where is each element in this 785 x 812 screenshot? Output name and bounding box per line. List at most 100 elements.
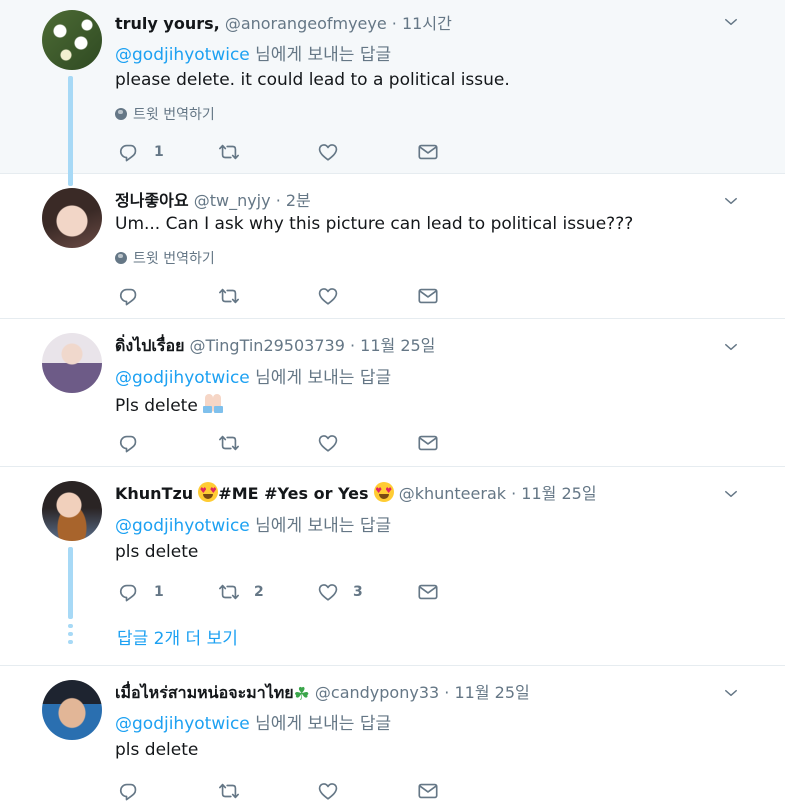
reply-icon <box>118 141 140 163</box>
tweet-actions: 1 2 3 <box>118 580 458 604</box>
chevron-down-icon[interactable] <box>724 487 738 501</box>
reply-count: 1 <box>154 584 164 600</box>
reply-button[interactable] <box>118 431 140 455</box>
retweet-button[interactable] <box>218 431 240 455</box>
reply-to-line: @godjihyotwice 님에게 보내는 답글 <box>115 363 391 388</box>
separator-dot: · <box>391 14 397 33</box>
heart-icon <box>317 285 339 307</box>
tweet-item[interactable]: เมื่อไหร่สามหน่อจะมาไทย☘ @candypony33 · … <box>0 666 785 812</box>
mention-link[interactable]: @godjihyotwice <box>115 45 250 65</box>
tweet-text-content: Pls delete <box>115 396 198 416</box>
like-button[interactable] <box>317 431 339 455</box>
reply-button[interactable] <box>118 284 140 308</box>
reply-icon <box>118 432 140 454</box>
tweet-text: pls delete <box>115 740 199 760</box>
heart-icon <box>317 581 339 603</box>
user-name-suffix[interactable]: #ME #Yes or Yes <box>218 484 368 503</box>
retweet-icon <box>218 141 240 163</box>
reply-to-line: @godjihyotwice 님에게 보내는 답글 <box>115 40 391 65</box>
reply-button[interactable]: 1 <box>118 580 164 604</box>
retweet-button[interactable] <box>218 140 240 164</box>
avatar[interactable] <box>42 10 102 70</box>
user-name[interactable]: truly yours, <box>115 14 220 33</box>
tweet-actions <box>118 779 458 803</box>
like-button[interactable] <box>317 284 339 308</box>
envelope-icon <box>417 141 439 163</box>
translate-label: 트윗 번역하기 <box>133 251 215 267</box>
timestamp[interactable]: 2분 <box>286 191 311 210</box>
mention-link[interactable]: @godjihyotwice <box>115 516 250 536</box>
tweet-item[interactable]: truly yours, @anorangeofmyeye · 11시간 @go… <box>0 0 785 186</box>
user-name[interactable]: KhunTzu <box>115 484 193 503</box>
user-name[interactable]: ดิ่งไปเรื่อย <box>115 336 184 355</box>
retweet-icon <box>218 581 240 603</box>
chevron-down-icon[interactable] <box>724 194 738 208</box>
show-more-replies-link[interactable]: 답글 2개 더 보기 <box>117 624 238 649</box>
envelope-icon <box>417 285 439 307</box>
tweet-header: เมื่อไหร่สามหน่อจะมาไทย☘ @candypony33 · … <box>115 679 530 706</box>
tweet-item[interactable]: 정나좋아요 @tw_nyjy · 2분 Um... Can I ask why … <box>0 174 785 319</box>
chevron-down-icon[interactable] <box>724 15 738 29</box>
timestamp[interactable]: 11월 25일 <box>360 336 435 355</box>
avatar[interactable] <box>42 188 102 248</box>
heart-eyes-emoji <box>373 482 394 502</box>
translate-tweet-link[interactable]: 트윗 번역하기 <box>115 104 215 124</box>
reply-to-line: @godjihyotwice 님에게 보내는 답글 <box>115 709 391 734</box>
tweet-item[interactable]: KhunTzu #ME #Yes or Yes @khunteerak · 11… <box>0 467 785 666</box>
tweet-header: ดิ่งไปเรื่อย @TingTin29503739 · 11월 25일 <box>115 332 435 359</box>
tweet-header: 정나좋아요 @tw_nyjy · 2분 <box>115 187 311 211</box>
retweet-icon <box>218 285 240 307</box>
avatar[interactable] <box>42 481 102 541</box>
heart-icon <box>317 780 339 802</box>
retweet-count: 2 <box>254 584 264 600</box>
envelope-icon <box>417 581 439 603</box>
chevron-down-icon[interactable] <box>724 686 738 700</box>
retweet-button[interactable] <box>218 284 240 308</box>
like-button[interactable] <box>317 779 339 803</box>
user-handle[interactable]: @tw_nyjy <box>194 191 271 210</box>
separator-dot: · <box>444 683 450 702</box>
heart-icon <box>317 141 339 163</box>
user-handle[interactable]: @candypony33 <box>315 683 439 702</box>
retweet-icon <box>218 780 240 802</box>
timestamp[interactable]: 11월 25일 <box>521 484 596 503</box>
user-handle[interactable]: @khunteerak <box>399 484 506 503</box>
tweet-actions: 1 <box>118 140 458 164</box>
retweet-button[interactable]: 2 <box>218 580 264 604</box>
tweet-header: KhunTzu #ME #Yes or Yes @khunteerak · 11… <box>115 480 597 504</box>
avatar[interactable] <box>42 333 102 393</box>
direct-message-button[interactable] <box>417 431 439 455</box>
direct-message-button[interactable] <box>417 140 439 164</box>
tweet-item[interactable]: ดิ่งไปเรื่อย @TingTin29503739 · 11월 25일 … <box>0 319 785 467</box>
user-handle[interactable]: @anorangeofmyeye <box>225 14 387 33</box>
like-button[interactable] <box>317 140 339 164</box>
like-button[interactable]: 3 <box>317 580 363 604</box>
retweet-button[interactable] <box>218 779 240 803</box>
tweet-text: pls delete <box>115 542 199 562</box>
mention-link[interactable]: @godjihyotwice <box>115 368 250 388</box>
timestamp[interactable]: 11시간 <box>402 14 452 33</box>
separator-dot: · <box>349 336 356 355</box>
user-name[interactable]: 정나좋아요 <box>115 191 189 210</box>
chevron-down-icon[interactable] <box>724 340 738 354</box>
envelope-icon <box>417 780 439 802</box>
like-count: 3 <box>353 584 363 600</box>
user-handle[interactable]: @TingTin29503739 <box>190 336 345 355</box>
heart-eyes-emoji <box>198 482 219 502</box>
mention-link[interactable]: @godjihyotwice <box>115 714 250 734</box>
direct-message-button[interactable] <box>417 779 439 803</box>
direct-message-button[interactable] <box>417 284 439 308</box>
reply-button[interactable] <box>118 779 140 803</box>
translate-tweet-link[interactable]: 트윗 번역하기 <box>115 248 215 268</box>
timestamp[interactable]: 11월 25일 <box>454 683 529 702</box>
tweet-header: truly yours, @anorangeofmyeye · 11시간 <box>115 10 452 34</box>
clover-emoji: ☘ <box>293 684 310 705</box>
user-name[interactable]: เมื่อไหร่สามหน่อจะมาไทย <box>115 683 294 702</box>
reply-button[interactable]: 1 <box>118 140 164 164</box>
thread-line <box>68 547 73 619</box>
direct-message-button[interactable] <box>417 580 439 604</box>
thread-line <box>68 76 73 186</box>
avatar[interactable] <box>42 680 102 740</box>
globe-icon <box>115 108 127 120</box>
reply-icon <box>118 285 140 307</box>
